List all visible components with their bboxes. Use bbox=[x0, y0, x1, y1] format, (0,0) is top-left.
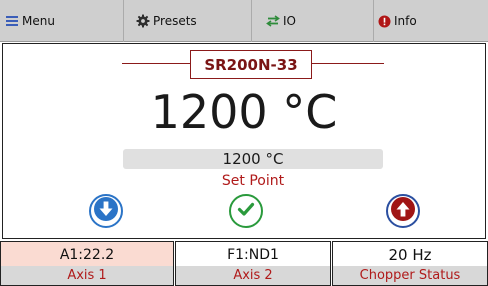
device-model-label: SR200N-33 bbox=[190, 50, 312, 79]
status-chopper[interactable]: 20 Hz Chopper Status bbox=[332, 241, 488, 286]
increase-setpoint-button[interactable] bbox=[386, 194, 420, 228]
setpoint-label: Set Point bbox=[221, 173, 285, 189]
confirm-setpoint-button[interactable] bbox=[229, 194, 263, 228]
tab-menu[interactable]: Menu bbox=[0, 0, 124, 42]
current-temperature: 1200 °C bbox=[150, 85, 338, 139]
tab-io-label: IO bbox=[283, 14, 296, 28]
status-chopper-label: Chopper Status bbox=[333, 266, 487, 285]
status-chopper-value: 20 Hz bbox=[388, 246, 432, 264]
hamburger-icon bbox=[5, 15, 19, 27]
arrow-down-icon bbox=[93, 196, 119, 226]
status-axis-2-label: Axis 2 bbox=[176, 266, 330, 285]
tab-info[interactable]: Info bbox=[374, 0, 488, 42]
swap-arrows-icon bbox=[266, 15, 280, 27]
info-icon bbox=[378, 15, 391, 28]
arrow-up-icon bbox=[390, 196, 416, 226]
top-tab-bar: Menu Presets IO Info bbox=[0, 0, 488, 42]
checkmark-icon bbox=[233, 196, 259, 226]
status-axis-2-value: F1:ND1 bbox=[227, 247, 279, 263]
setpoint-value: 1200 °C bbox=[222, 150, 284, 168]
decrease-setpoint-button[interactable] bbox=[89, 194, 123, 228]
status-axis-2[interactable]: F1:ND1 Axis 2 bbox=[175, 241, 331, 286]
gear-icon bbox=[136, 14, 150, 28]
tab-info-label: Info bbox=[394, 14, 417, 28]
tab-presets[interactable]: Presets bbox=[124, 0, 252, 42]
tab-menu-label: Menu bbox=[22, 14, 55, 28]
status-axis-1-value: A1:22.2 bbox=[1, 242, 173, 268]
tab-presets-label: Presets bbox=[153, 14, 197, 28]
status-axis-1-label: Axis 1 bbox=[1, 266, 173, 285]
status-axis-1[interactable]: A1:22.2 Axis 1 bbox=[0, 241, 174, 286]
tab-io[interactable]: IO bbox=[252, 0, 374, 42]
